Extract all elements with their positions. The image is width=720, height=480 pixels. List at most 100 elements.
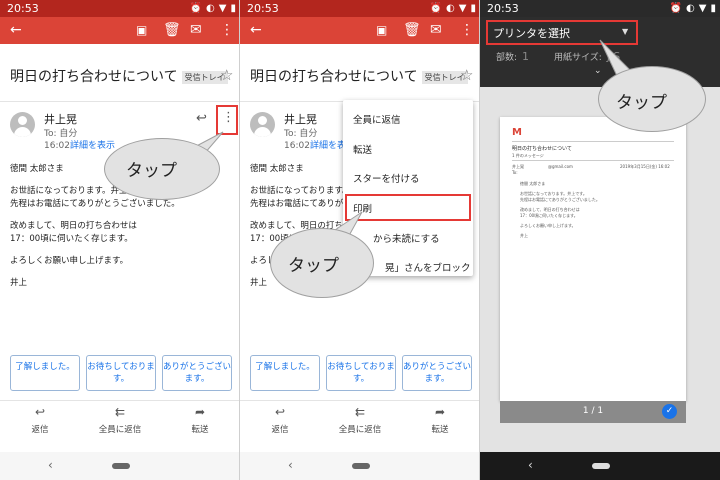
battery-icon: ▮ <box>470 3 476 14</box>
bottom-actions: ↩ 返信 ⇇ 全員に返信 ➦ 転送 <box>0 405 240 441</box>
nav-back-icon[interactable]: ‹ <box>288 458 293 472</box>
forward-icon: ➦ <box>434 405 446 419</box>
reply-all-button[interactable]: ⇇ 全員に返信 <box>85 405 155 441</box>
nav-back-icon[interactable]: ‹ <box>48 458 53 472</box>
archive-icon[interactable]: ▣ <box>136 22 147 39</box>
callout-text: タップ <box>288 256 339 276</box>
app-bar: ← ▣ 🗑 ✉ ⋮ <box>0 17 240 44</box>
preview-line: 徳間 太郎さま <box>520 181 546 186</box>
reply-all-icon: ⇇ <box>114 405 126 419</box>
reply-icon: ↩ <box>274 405 286 419</box>
callout-text: タップ <box>126 161 177 181</box>
divider <box>0 400 240 401</box>
status-time: 20:53 <box>7 2 39 15</box>
smart-reply-chip[interactable]: お待ちしております。 <box>326 355 396 391</box>
reply-button[interactable]: ↩ 返信 <box>5 405 75 441</box>
trash-icon[interactable]: 🗑 <box>403 22 421 39</box>
smart-reply-chip[interactable]: ありがとうございます。 <box>162 355 232 391</box>
check-icon[interactable]: ✓ <box>662 404 677 419</box>
copies-option[interactable]: 部数: 1 <box>496 50 529 63</box>
back-arrow-icon[interactable]: ← <box>250 22 262 39</box>
menu-item-star[interactable]: スターを付ける <box>353 171 420 185</box>
page-count: 1 / 1 <box>582 406 604 416</box>
menu-item-forward[interactable]: 転送 <box>353 142 372 156</box>
preview-subject: 明日の打ち合わせについて <box>512 146 572 152</box>
nav-bar: ‹ <box>0 452 240 480</box>
panel-divider <box>239 0 240 480</box>
status-time: 20:53 <box>487 2 519 15</box>
sync-icon: ◐ <box>206 3 215 14</box>
nav-back-icon[interactable]: ‹ <box>528 458 533 472</box>
menu-item-mark-unread[interactable]: から未読にする <box>373 231 440 245</box>
gmail-logo-icon: M <box>512 127 522 138</box>
smart-reply-chip[interactable]: ありがとうございます。 <box>402 355 472 391</box>
smart-reply-chip[interactable]: お待ちしております。 <box>86 355 156 391</box>
forward-button[interactable]: ➦ 転送 <box>165 405 235 441</box>
details-link[interactable]: 詳細を表示 <box>70 141 115 151</box>
preview-to: To: <box>512 170 518 175</box>
status-icons: ⏰ ◐ ▼ ▮ <box>430 0 476 17</box>
sender-name: 井上晃 <box>44 113 77 126</box>
wifi-icon: ▼ <box>698 3 707 14</box>
smart-reply-bar: 了解しました。 お待ちしております。 ありがとうございます。 <box>250 355 472 391</box>
archive-icon[interactable]: ▣ <box>376 22 387 39</box>
back-arrow-icon[interactable]: ← <box>10 22 22 39</box>
preview-address: @gmail.com <box>548 164 573 169</box>
wifi-icon: ▼ <box>458 3 467 14</box>
status-bar: 20:53 ⏰ ◐ ▼ ▮ <box>0 0 240 17</box>
preview-line: 17：00頃に伺いたく存じます。 <box>520 213 578 218</box>
mail-icon[interactable]: ✉ <box>190 22 202 39</box>
mail-icon[interactable]: ✉ <box>430 22 442 39</box>
forward-icon: ➦ <box>194 405 206 419</box>
star-icon[interactable]: ☆ <box>220 66 233 84</box>
app-bar: ← ▣ 🗑 ✉ ⋮ <box>240 17 480 44</box>
panel-divider <box>479 0 480 480</box>
status-time: 20:53 <box>247 2 279 15</box>
preview-rule <box>512 141 674 142</box>
print-preview-area: M 明日の打ち合わせについて 1 件のメッセージ 井上晃 @gmail.com … <box>480 87 720 452</box>
preview-rule <box>512 160 674 161</box>
nav-home-button[interactable] <box>352 463 370 469</box>
forward-button[interactable]: ➦ 転送 <box>405 405 475 441</box>
more-vert-icon[interactable]: ⋮ <box>460 22 474 39</box>
wifi-icon: ▼ <box>218 3 227 14</box>
divider <box>0 101 240 102</box>
avatar <box>250 112 275 137</box>
preview-line: 井上 <box>520 233 528 238</box>
menu-item-block[interactable]: 晃」さんをブロック <box>385 260 471 274</box>
status-icons: ⏰ ◐ ▼ ▮ <box>190 0 236 17</box>
sender-name: 井上晃 <box>284 113 317 126</box>
reply-all-button[interactable]: ⇇ 全員に返信 <box>325 405 395 441</box>
nav-home-button[interactable] <box>592 463 610 469</box>
star-icon[interactable]: ☆ <box>460 66 473 84</box>
email-subject: 明日の打ち合わせについて 受信トレイ <box>250 66 468 86</box>
reply-icon[interactable]: ↩ <box>196 111 207 126</box>
sync-icon: ◐ <box>446 3 455 14</box>
preview-line: 先程はお電話にてありがとうございました。 <box>520 197 600 202</box>
alarm-icon: ⏰ <box>429 3 443 14</box>
panel-print-preview: 20:53 ⏰ ◐ ▼ ▮ プリンタを選択 ▼ 部数:1 用紙サイズ:JIS ⌄… <box>480 0 720 480</box>
divider <box>240 400 480 401</box>
alarm-icon: ⏰ <box>189 3 203 14</box>
reply-all-icon: ⇇ <box>354 405 366 419</box>
avatar <box>10 112 35 137</box>
status-icons: ⏰ ◐ ▼ ▮ <box>670 0 716 17</box>
nav-bar: ‹ <box>240 452 480 480</box>
menu-item-reply-all[interactable]: 全員に返信 <box>353 112 401 126</box>
preview-page[interactable]: M 明日の打ち合わせについて 1 件のメッセージ 井上晃 @gmail.com … <box>500 117 686 401</box>
preview-subtitle: 1 件のメッセージ <box>512 153 544 158</box>
smart-reply-chip[interactable]: 了解しました。 <box>250 355 320 391</box>
more-vert-icon[interactable]: ⋮ <box>220 22 234 39</box>
nav-home-button[interactable] <box>112 463 130 469</box>
battery-icon: ▮ <box>230 3 236 14</box>
callout-text: タップ <box>616 93 667 113</box>
alarm-icon: ⏰ <box>669 3 683 14</box>
panel-email-view: 20:53 ⏰ ◐ ▼ ▮ ← ▣ 🗑 ✉ ⋮ 明日の打ち合わせについて 受信トレ… <box>0 0 240 480</box>
smart-reply-chip[interactable]: 了解しました。 <box>10 355 80 391</box>
status-bar: 20:53 ⏰ ◐ ▼ ▮ <box>480 0 720 17</box>
status-bar: 20:53 ⏰ ◐ ▼ ▮ <box>240 0 480 17</box>
reply-button[interactable]: ↩ 返信 <box>245 405 315 441</box>
smart-reply-bar: 了解しました。 お待ちしております。 ありがとうございます。 <box>10 355 232 391</box>
trash-icon[interactable]: 🗑 <box>163 22 181 39</box>
preview-date: 2019年3月15日(金) 16:02 <box>620 164 670 169</box>
